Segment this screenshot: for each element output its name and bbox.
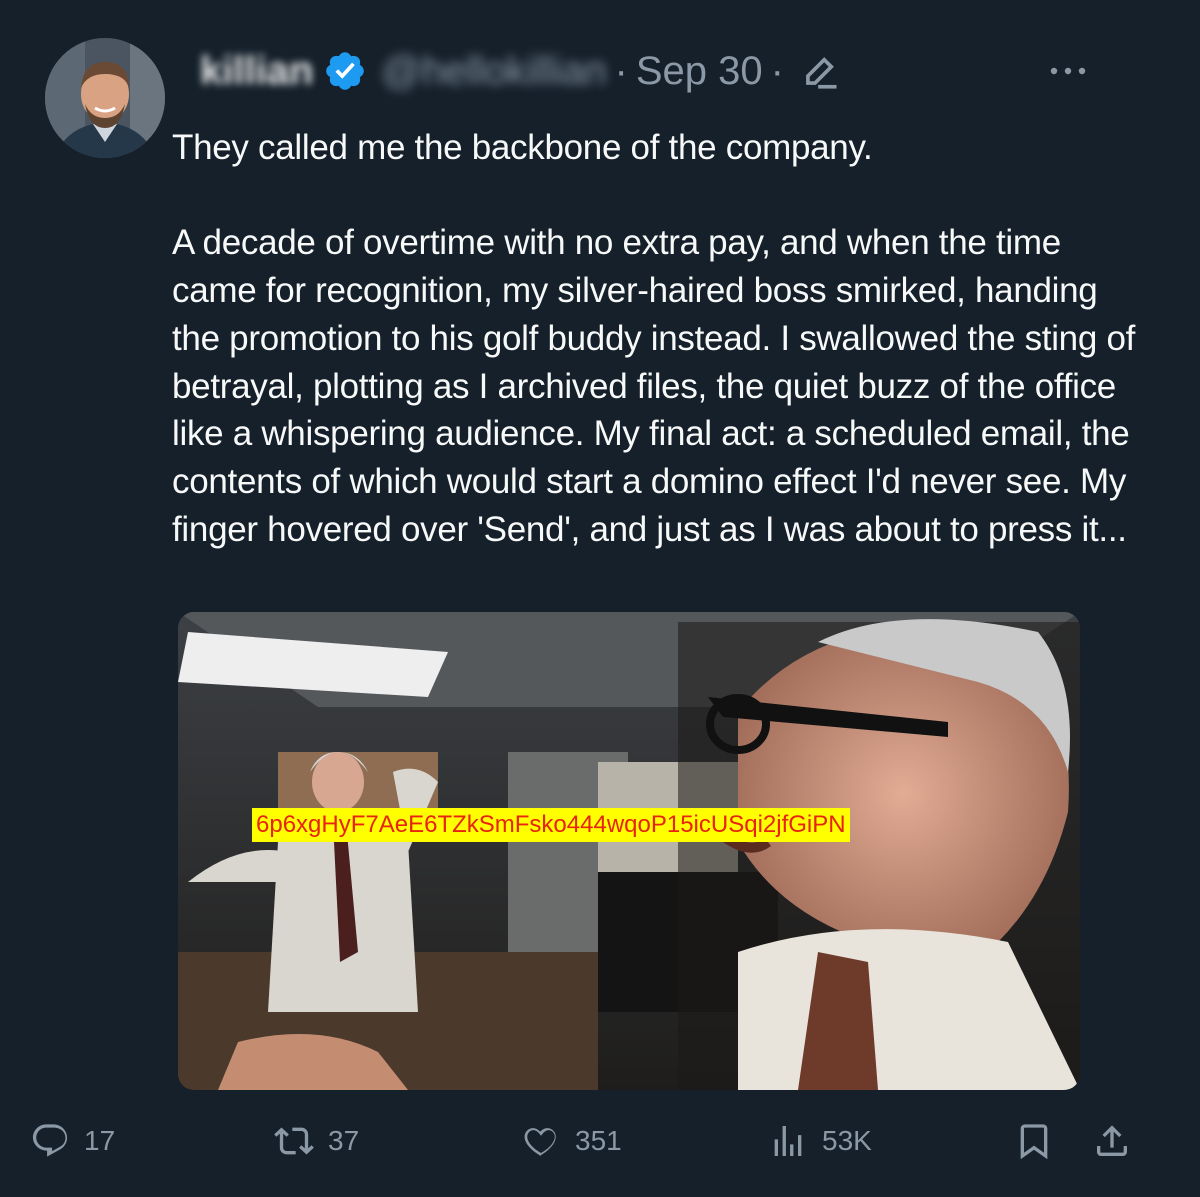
reply-count: 17: [84, 1125, 116, 1156]
separator-dot: ·: [770, 48, 784, 93]
tweet-media-image[interactable]: [178, 612, 1080, 1090]
reply-icon: [32, 1124, 68, 1157]
views-chart-icon: [774, 1126, 802, 1156]
verified-badge-icon: [323, 49, 367, 93]
like-heart-icon: [524, 1128, 556, 1156]
edit-pencil-icon[interactable]: [798, 49, 842, 93]
retweet-button[interactable]: 37: [274, 1116, 359, 1166]
like-button[interactable]: 351: [521, 1116, 622, 1166]
bookmark-icon: [1020, 1124, 1048, 1160]
tweet-text: They called me the backbone of the compa…: [172, 128, 1136, 549]
reply-button[interactable]: 17: [30, 1116, 115, 1166]
tweet-header: killian @hellokillian · Sep 30 ·: [200, 44, 842, 98]
more-options-icon[interactable]: [1046, 60, 1090, 82]
views-count: 53K: [822, 1125, 872, 1156]
bookmark-button[interactable]: [1014, 1116, 1054, 1166]
handle[interactable]: @hellokillian: [381, 49, 606, 94]
display-name[interactable]: killian: [200, 49, 313, 94]
share-icon: [1097, 1125, 1127, 1156]
like-count: 351: [575, 1125, 622, 1156]
avatar[interactable]: [45, 38, 165, 158]
avatar-image: [45, 38, 165, 158]
separator-dot: ·: [614, 48, 628, 93]
tweet-date[interactable]: Sep 30: [636, 49, 763, 94]
tweet-actions-bar: 17 37 351 53K: [0, 1116, 1200, 1166]
media-watermark: 6p6xgHyF7AeE6TZkSmFsko444wqoP15icUSqi2jf…: [252, 808, 850, 842]
views-button[interactable]: 53K: [768, 1116, 872, 1166]
share-button[interactable]: [1092, 1116, 1132, 1166]
retweet-icon: [274, 1127, 314, 1155]
retweet-count: 37: [328, 1125, 360, 1156]
